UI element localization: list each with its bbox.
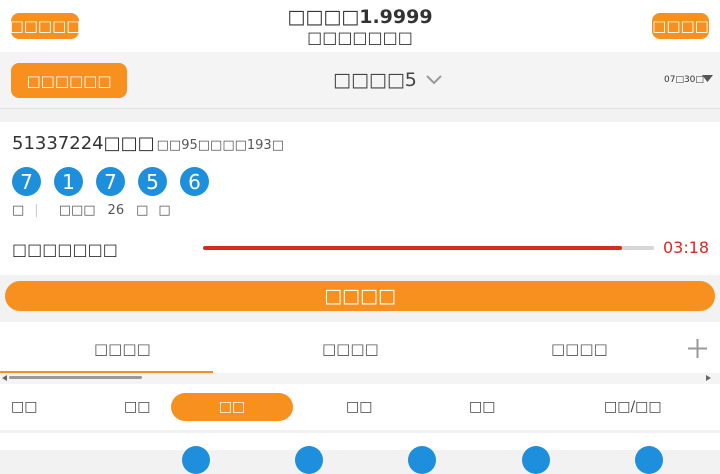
scroll-left-icon[interactable]	[2, 375, 7, 381]
subtab-5[interactable]: □□	[469, 399, 495, 415]
scroll-right-icon[interactable]	[706, 375, 711, 381]
subtab-2[interactable]: □□	[124, 399, 150, 415]
countdown-label: □□□□□□□	[12, 240, 118, 259]
draw-info: □□95□□□□193□	[156, 138, 284, 153]
tab-3[interactable]: □□□□	[551, 340, 608, 358]
draw-numbers: 7 1 7 5 6	[12, 167, 209, 196]
stat-item: □□□	[58, 203, 96, 218]
game-selector[interactable]: □□□□5	[333, 69, 443, 91]
pick-ball[interactable]	[635, 446, 663, 474]
draw-issue-line: 51337224□□□ □□95□□□□193□	[12, 133, 284, 154]
main-action-button[interactable]: □□□□	[5, 281, 715, 311]
stat-item: □	[12, 203, 25, 218]
pick-ball[interactable]	[182, 446, 210, 474]
number-ball: 1	[54, 167, 83, 196]
stat-item: □	[136, 203, 149, 218]
draw-issue: 51337224□□□	[12, 133, 155, 154]
number-ball: 6	[180, 167, 209, 196]
caret-down-icon[interactable]	[702, 75, 713, 83]
subtab-6[interactable]: □□/□□	[604, 399, 662, 415]
page-subtitle: □□□□□□□	[307, 28, 413, 47]
stat-item: 26	[107, 203, 125, 218]
countdown-progress-track	[203, 246, 654, 250]
chevron-down-icon	[426, 75, 442, 85]
stat-divider: |	[34, 203, 39, 218]
stat-item: □	[158, 203, 171, 218]
number-picker-row	[0, 433, 720, 450]
plus-icon[interactable]	[687, 338, 708, 359]
subtab-1[interactable]: □□	[11, 399, 37, 415]
scrollbar-thumb[interactable]	[9, 376, 142, 379]
number-ball: 7	[96, 167, 125, 196]
page-title: □□□□1.9999	[287, 6, 433, 28]
draw-stats: □ | □□□ 26 □ □	[12, 203, 171, 218]
countdown-time: 03:18	[663, 238, 710, 257]
number-ball: 5	[138, 167, 167, 196]
tab-2[interactable]: □□□□	[322, 340, 379, 358]
date-selector[interactable]: 07□30□	[664, 75, 704, 85]
lottery-switch-button[interactable]: □□□□□□	[11, 63, 127, 98]
number-ball: 7	[12, 167, 41, 196]
tab-1[interactable]: □□□□	[94, 340, 151, 358]
pick-ball[interactable]	[408, 446, 436, 474]
pick-ball[interactable]	[295, 446, 323, 474]
game-name: □□□□5	[333, 69, 417, 91]
subtab-3-active[interactable]: □□	[171, 393, 293, 421]
countdown-progress-fill	[203, 246, 623, 250]
pick-ball[interactable]	[522, 446, 550, 474]
header-right-button[interactable]: □□□□	[652, 13, 709, 39]
subtab-4[interactable]: □□	[346, 399, 372, 415]
